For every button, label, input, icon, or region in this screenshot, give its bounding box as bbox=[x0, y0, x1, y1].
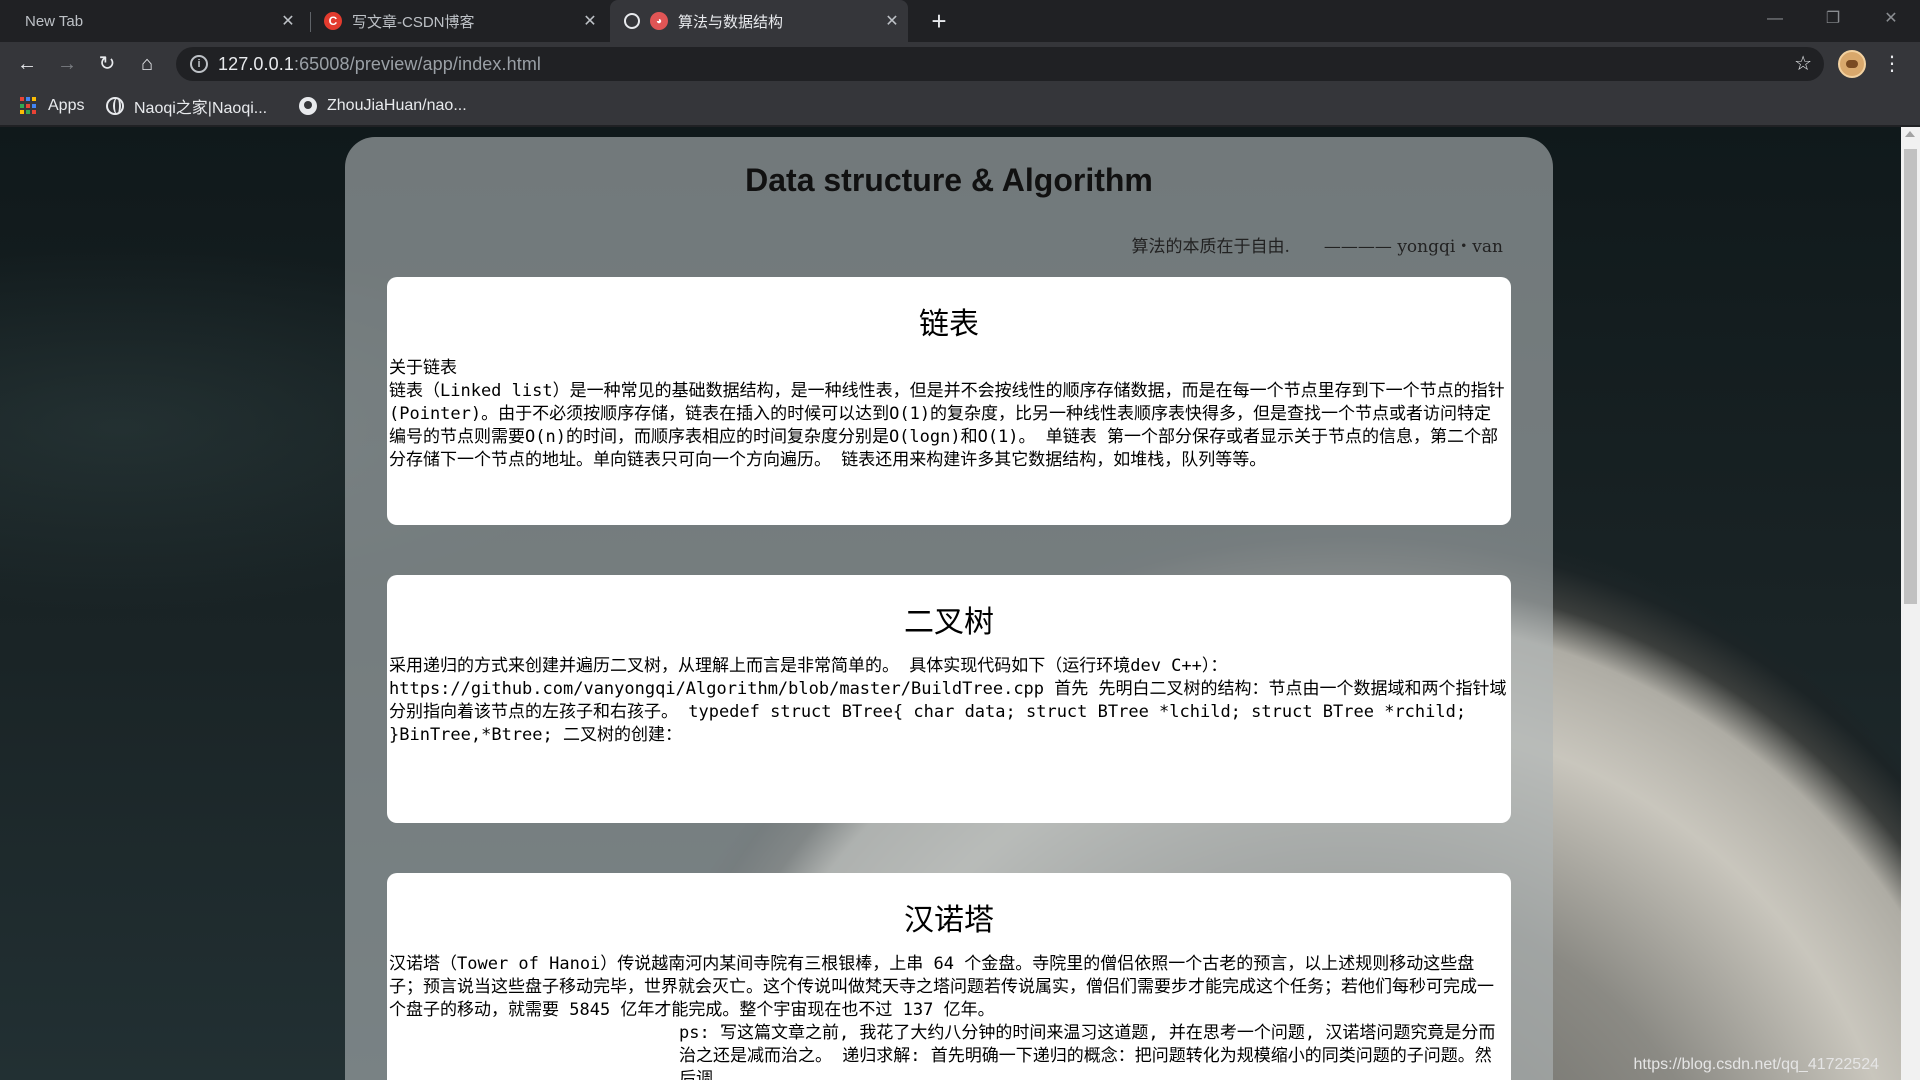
tab-algorithms[interactable]: ◕ 算法与数据结构 ✕ bbox=[610, 0, 908, 42]
card-body: 关于链表 链表（Linked list）是一种常见的基础数据结构，是一种线性表，… bbox=[387, 357, 1511, 472]
apps-grid-icon bbox=[20, 97, 38, 115]
minimize-button[interactable]: — bbox=[1752, 4, 1798, 34]
card-paragraph: 汉诺塔（Tower of Hanoi）传说越南河内某间寺院有三根银棒，上串 64… bbox=[389, 954, 1494, 1020]
tab-csdn[interactable]: C 写文章-CSDN博客 ✕ bbox=[312, 0, 606, 42]
tab-strip: New Tab ✕ C 写文章-CSDN博客 ✕ ◕ 算法与数据结构 ✕ + —… bbox=[0, 0, 1920, 42]
watermark-text: https://blog.csdn.net/qq_41722524 bbox=[1633, 1056, 1879, 1073]
content-panel: Data structure & Algorithm 算法的本质在于自由. ——… bbox=[345, 137, 1553, 1080]
page-viewport: Data structure & Algorithm 算法的本质在于自由. ——… bbox=[0, 127, 1901, 1080]
tab-title: 算法与数据结构 bbox=[678, 13, 784, 31]
card-paragraph: 采用递归的方式来创建并遍历二叉树，从理解上而言是非常简单的。 具体实现代码如下（… bbox=[389, 656, 1507, 745]
new-tab-button[interactable]: + bbox=[924, 6, 954, 36]
close-icon[interactable]: ✕ bbox=[882, 11, 902, 31]
back-button[interactable]: ← bbox=[13, 50, 41, 78]
url-host: 127.0.0.1 bbox=[218, 54, 294, 74]
browser-toolbar: ← → ↻ ⌂ i 127.0.0.1:65008/preview/app/in… bbox=[0, 42, 1920, 86]
globe-icon bbox=[624, 13, 640, 29]
card-linked-list: 链表 关于链表 链表（Linked list）是一种常见的基础数据结构，是一种线… bbox=[387, 277, 1511, 525]
motto-text: 算法的本质在于自由. ———— yongqi・van bbox=[1131, 237, 1503, 257]
card-paragraph: 链表（Linked list）是一种常见的基础数据结构，是一种线性表，但是并不会… bbox=[389, 381, 1505, 470]
close-icon[interactable]: ✕ bbox=[278, 11, 298, 31]
page-scrollbar[interactable] bbox=[1901, 127, 1920, 1080]
card-paragraph: 关于链表 bbox=[389, 358, 457, 378]
page-title: Data structure & Algorithm bbox=[745, 162, 1153, 198]
card-heading: 汉诺塔 bbox=[904, 903, 994, 938]
profile-avatar[interactable] bbox=[1838, 50, 1866, 78]
tab-title: New Tab bbox=[25, 12, 84, 30]
address-bar[interactable]: i 127.0.0.1:65008/preview/app/index.html… bbox=[176, 47, 1824, 81]
url-text[interactable]: 127.0.0.1:65008/preview/app/index.html bbox=[218, 54, 541, 75]
tab-separator bbox=[310, 12, 311, 32]
scroll-up-arrow-icon[interactable] bbox=[1905, 131, 1915, 137]
restore-button[interactable]: ❐ bbox=[1810, 4, 1856, 34]
bookmark-apps[interactable]: Apps bbox=[20, 94, 84, 118]
globe-icon bbox=[106, 97, 124, 115]
bookmark-star-icon[interactable]: ☆ bbox=[1794, 51, 1812, 76]
reload-button[interactable]: ↻ bbox=[93, 50, 121, 78]
scroll-thumb[interactable] bbox=[1904, 149, 1917, 604]
card-heading: 二叉树 bbox=[904, 605, 994, 640]
card-paragraph: ps: 写这篇文章之前, 我花了大约八分钟的时间来温习这道题, 并在思考一个问题… bbox=[679, 1023, 1496, 1080]
card-body: 采用递归的方式来创建并遍历二叉树，从理解上而言是非常简单的。 具体实现代码如下（… bbox=[387, 655, 1511, 747]
card-hanoi: 汉诺塔 汉诺塔（Tower of Hanoi）传说越南河内某间寺院有三根银棒，上… bbox=[387, 873, 1511, 1080]
close-window-button[interactable]: ✕ bbox=[1868, 4, 1914, 34]
forward-button[interactable]: → bbox=[53, 50, 81, 78]
bookmark-label: ZhouJiaHuan/nao... bbox=[327, 97, 467, 114]
home-button[interactable]: ⌂ bbox=[133, 50, 161, 78]
tab-new-tab[interactable]: New Tab ✕ bbox=[12, 0, 304, 42]
card-binary-tree: 二叉树 采用递归的方式来创建并遍历二叉树，从理解上而言是非常简单的。 具体实现代… bbox=[387, 575, 1511, 823]
bookmark-naoqi[interactable]: Naoqi之家|Naoqi... bbox=[106, 94, 267, 118]
csdn-icon: C bbox=[324, 12, 342, 30]
card-heading: 链表 bbox=[919, 307, 979, 342]
page-icon: ◕ bbox=[650, 12, 668, 30]
info-icon[interactable]: i bbox=[190, 55, 208, 73]
bookmarks-bar: Apps Naoqi之家|Naoqi... ZhouJiaHuan/nao... bbox=[0, 86, 1920, 126]
bookmark-label: Naoqi之家|Naoqi... bbox=[134, 100, 268, 117]
github-icon bbox=[299, 97, 317, 115]
more-menu-icon[interactable]: ⋮ bbox=[1880, 50, 1904, 78]
close-icon[interactable]: ✕ bbox=[580, 11, 600, 31]
tab-title: 写文章-CSDN博客 bbox=[352, 13, 475, 31]
card-body: 汉诺塔（Tower of Hanoi）传说越南河内某间寺院有三根银棒，上串 64… bbox=[387, 953, 1511, 1080]
bookmark-label: Apps bbox=[48, 97, 85, 114]
bookmark-github[interactable]: ZhouJiaHuan/nao... bbox=[299, 94, 467, 118]
url-path: :65008/preview/app/index.html bbox=[293, 54, 542, 74]
